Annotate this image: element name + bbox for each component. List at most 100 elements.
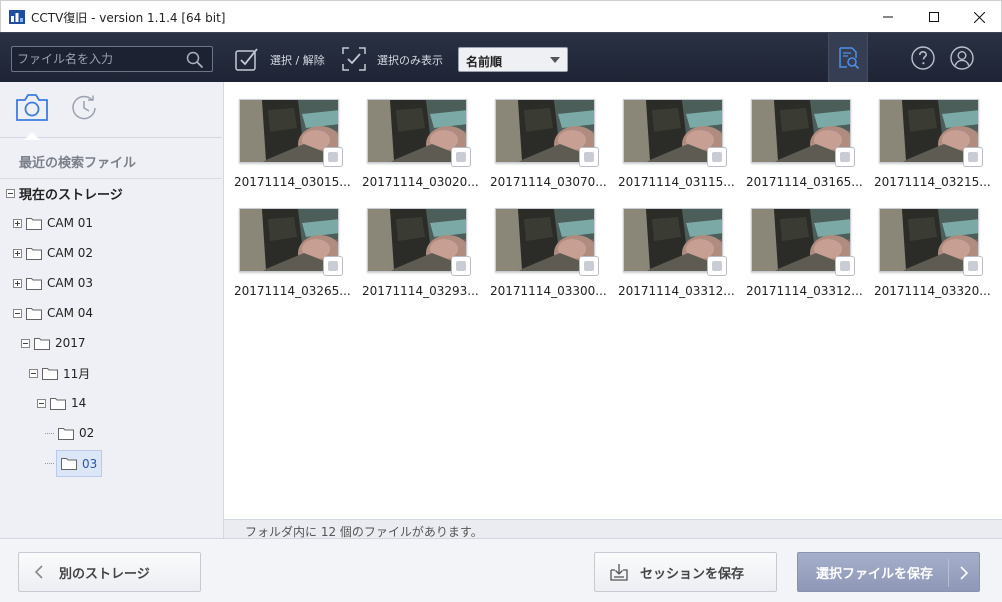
file-checkbox[interactable] [835, 147, 855, 167]
search-box [11, 46, 213, 72]
file-name: 20171114_03265... [234, 284, 351, 298]
collapse-icon[interactable] [6, 188, 15, 198]
tree-node-cam03[interactable]: CAM 03 [13, 272, 93, 294]
checkbox-mark [328, 261, 338, 271]
file-thumbnail[interactable]: 20171114_03215... [874, 99, 992, 195]
history-clock-icon[interactable] [70, 94, 98, 122]
file-thumbnail[interactable]: 20171114_03265... [234, 208, 352, 304]
file-thumbnail[interactable]: 20171114_03020... [362, 99, 480, 195]
file-thumbnail[interactable]: 20171114_03320... [874, 208, 992, 304]
file-checkbox[interactable] [835, 256, 855, 276]
checkbox-mark [712, 152, 722, 162]
preview-button[interactable] [828, 33, 868, 83]
button-divider [948, 559, 949, 587]
file-thumbnail[interactable]: 20171114_03070... [490, 99, 608, 195]
file-name: 20171114_03020... [362, 175, 479, 189]
collapse-icon[interactable] [29, 368, 38, 378]
folder-icon [26, 277, 42, 290]
save-session-button[interactable]: セッションを保存 [594, 552, 777, 592]
file-checkbox[interactable] [707, 147, 727, 167]
tree-label: CAM 04 [47, 306, 94, 320]
tree-label: 2017 [55, 336, 86, 350]
tree-node-cam01[interactable]: CAM 01 [13, 212, 93, 234]
show-selected-label[interactable]: 選択のみ表示 [377, 52, 443, 68]
file-checkbox[interactable] [963, 147, 983, 167]
sort-select[interactable]: 名前順 [458, 47, 568, 72]
file-checkbox[interactable] [323, 147, 343, 167]
tree-node-hour-02[interactable]: 02 [45, 422, 94, 444]
account-icon[interactable] [950, 46, 974, 70]
collapse-icon[interactable] [21, 338, 30, 348]
file-name: 20171114_03312... [618, 284, 735, 298]
tree-label: 11月 [63, 366, 91, 381]
folder-icon [58, 427, 74, 440]
checkbox-mark [968, 152, 978, 162]
file-thumbnail[interactable]: 20171114_03312... [618, 208, 736, 304]
camera-icon[interactable] [15, 92, 49, 122]
collapse-icon[interactable] [37, 398, 46, 408]
file-checkbox[interactable] [707, 256, 727, 276]
file-name: 20171114_03165... [746, 175, 863, 189]
checkbox-mark [584, 152, 594, 162]
tree-node-hour-03-selected[interactable]: 03 [56, 450, 103, 477]
tree-node-storage[interactable]: 現在のストレージ [6, 182, 123, 204]
minimize-button[interactable] [865, 1, 911, 33]
folder-icon [26, 247, 42, 260]
select-toggle-icon[interactable] [234, 46, 260, 72]
tree-connector [45, 462, 54, 464]
tree-label: CAM 01 [47, 216, 94, 230]
tree-label: CAM 03 [47, 276, 94, 290]
recent-files-link[interactable]: 最近の検索ファイル [19, 152, 136, 171]
tree-label: 14 [71, 396, 87, 410]
file-thumbnail[interactable]: 20171114_03312... [746, 208, 864, 304]
file-name: 20171114_03312... [746, 284, 863, 298]
expand-icon[interactable] [13, 278, 22, 288]
search-icon[interactable] [186, 51, 204, 69]
checkbox-mark [712, 261, 722, 271]
folder-icon [26, 217, 42, 230]
file-thumbnail[interactable]: 20171114_03115... [618, 99, 736, 195]
tree-node-cam02[interactable]: CAM 02 [13, 242, 93, 264]
tree-node-month[interactable]: 11月 [29, 362, 90, 384]
file-thumbnail[interactable]: 20171114_03015... [234, 99, 352, 195]
file-thumbnail[interactable]: 20171114_03293... [362, 208, 480, 304]
save-session-label: セッションを保存 [640, 566, 745, 582]
sidebar: 最近の検索ファイル 現在のストレージ CAM 01 CAM 02 CAM 03 … [0, 82, 224, 538]
tab-pointer [24, 132, 40, 140]
select-toggle-label[interactable]: 選択 / 解除 [270, 52, 325, 68]
expand-icon[interactable] [13, 218, 22, 228]
file-checkbox[interactable] [579, 256, 599, 276]
folder-icon [61, 458, 77, 470]
maximize-button[interactable] [911, 1, 957, 33]
save-selected-button[interactable]: 選択ファイルを保存 [797, 552, 980, 592]
folder-icon [42, 367, 58, 380]
title-bar: CCTV復旧 - version 1.1.4 [64 bit] [0, 0, 1002, 32]
checkbox-mark [456, 152, 466, 162]
tree-node-2017[interactable]: 2017 [21, 332, 86, 354]
tree-node-cam04[interactable]: CAM 04 [13, 302, 93, 324]
file-checkbox[interactable] [323, 256, 343, 276]
file-name: 20171114_03300... [490, 284, 607, 298]
close-button[interactable] [956, 1, 1002, 33]
sort-value: 名前順 [466, 55, 503, 69]
maximize-icon [929, 12, 939, 22]
tree-label: 03 [82, 456, 98, 471]
help-icon[interactable] [911, 46, 935, 70]
other-storage-button[interactable]: 別のストレージ [18, 552, 201, 592]
file-checkbox[interactable] [451, 256, 471, 276]
file-checkbox[interactable] [963, 256, 983, 276]
file-search-icon [839, 47, 860, 70]
file-checkbox[interactable] [579, 147, 599, 167]
file-thumbnail[interactable]: 20171114_03300... [490, 208, 608, 304]
search-input[interactable] [12, 47, 182, 71]
file-thumbnail[interactable]: 20171114_03165... [746, 99, 864, 195]
status-bar: フォルダ内に 12 個のファイルがあります。 [224, 519, 1002, 539]
toolbar: 選択 / 解除 選択のみ表示 名前順 [0, 32, 1002, 83]
file-name: 20171114_03320... [874, 284, 991, 298]
expand-icon[interactable] [13, 248, 22, 258]
collapse-icon[interactable] [13, 308, 22, 318]
tree-node-day[interactable]: 14 [37, 392, 86, 414]
file-checkbox[interactable] [451, 147, 471, 167]
file-name: 20171114_03115... [618, 175, 735, 189]
show-selected-icon[interactable] [341, 46, 367, 72]
